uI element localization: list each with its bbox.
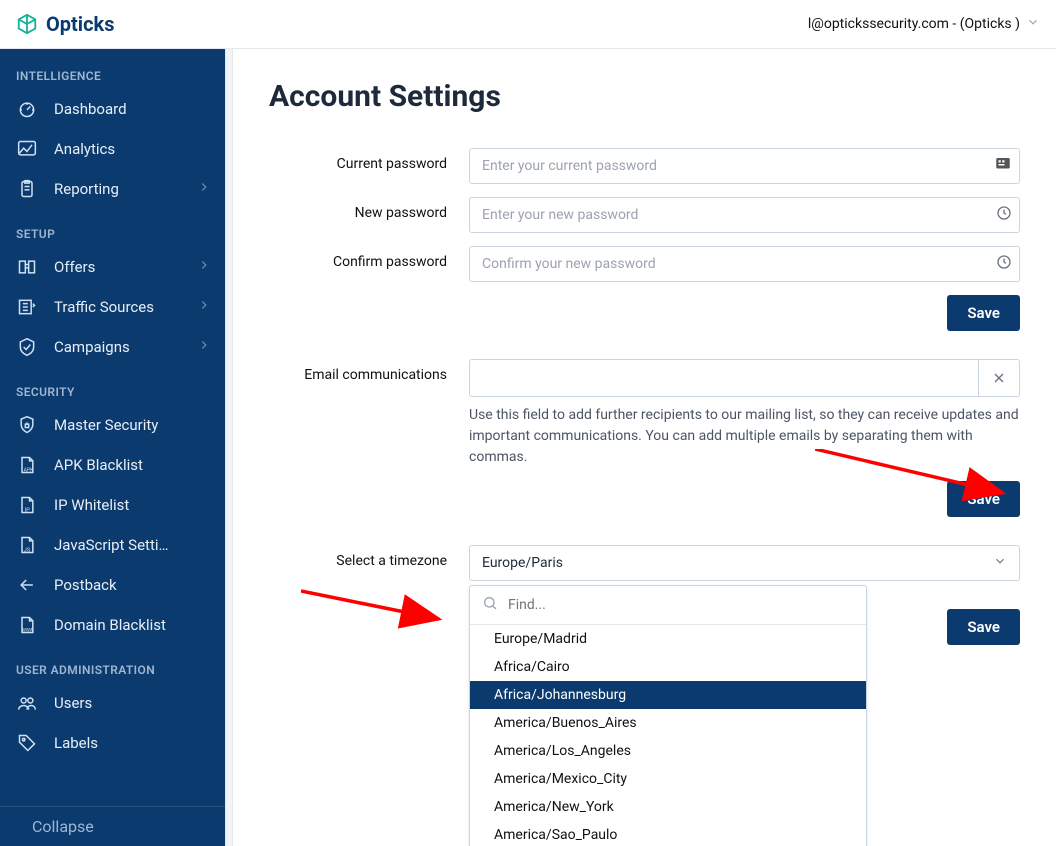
collapse-label: Collapse — [32, 817, 94, 836]
password-suggest-icon — [996, 205, 1012, 225]
timezone-option[interactable]: America/New_York — [470, 793, 866, 821]
timezone-option[interactable]: America/Sao_Paulo — [470, 821, 866, 846]
sidebar-item-dashboard[interactable]: Dashboard — [0, 89, 225, 129]
sidebar-item-label: Traffic Sources — [54, 298, 181, 316]
sidebar: INTELLIGENCE Dashboard Analytics Reporting S… — [0, 49, 225, 846]
domain-icon: WWW — [16, 614, 38, 636]
mastersec-icon — [16, 414, 38, 436]
save-timezone-button[interactable]: Save — [947, 609, 1020, 645]
page-title: Account Settings — [269, 79, 1020, 114]
timezone-option[interactable]: Europe/Madrid — [470, 625, 866, 653]
email-comm-label: Email communications — [269, 359, 469, 383]
sidebar-item-label: Labels — [54, 734, 211, 752]
sidebar-item-label: Reporting — [54, 180, 181, 198]
email-communications-input[interactable] — [469, 359, 978, 397]
confirm-password-input[interactable] — [469, 246, 1020, 282]
sidebar-item-offers[interactable]: Offers — [0, 247, 225, 287]
account-menu[interactable]: l@optickssecurity.com - (Opticks ) — [808, 15, 1040, 33]
sidebar-item-campaigns[interactable]: Campaigns — [0, 327, 225, 367]
sidebar-resize-handle[interactable] — [225, 49, 233, 846]
chevron-right-icon — [197, 180, 211, 198]
sidebar-item-analytics[interactable]: Analytics — [0, 129, 225, 169]
users-icon — [16, 692, 38, 714]
analytics-icon — [16, 138, 38, 160]
password-manager-icon — [994, 155, 1012, 177]
sidebar-item-label: APK Blacklist — [54, 456, 211, 474]
sidebar-item-label: Domain Blacklist — [54, 616, 211, 634]
new-password-input[interactable] — [469, 197, 1020, 233]
postback-icon — [16, 574, 38, 596]
js-icon: JS — [16, 534, 38, 556]
sidebar-item-ip-whitelist[interactable]: IP IP Whitelist — [0, 485, 225, 525]
sidebar-section-header: INTELLIGENCE — [0, 63, 225, 89]
labels-icon — [16, 732, 38, 754]
campaigns-icon — [16, 336, 38, 358]
email-help-text: Use this field to add further recipients… — [469, 405, 1020, 468]
svg-text:IP: IP — [25, 508, 31, 514]
sidebar-item-master-security[interactable]: Master Security — [0, 405, 225, 445]
collapse-sidebar[interactable]: Collapse — [0, 806, 225, 846]
chevron-right-icon — [197, 338, 211, 356]
timezone-current-value: Europe/Paris — [482, 555, 563, 571]
sidebar-item-traffic-sources[interactable]: Traffic Sources — [0, 287, 225, 327]
clear-email-button[interactable] — [978, 359, 1020, 397]
timezone-option[interactable]: America/Mexico_City — [470, 765, 866, 793]
timezone-option[interactable]: Africa/Johannesburg — [470, 681, 866, 709]
dashboard-icon — [16, 98, 38, 120]
sidebar-item-label: Offers — [54, 258, 181, 276]
sidebar-item-domain-blacklist[interactable]: WWW Domain Blacklist — [0, 605, 225, 645]
sidebar-section-header: SECURITY — [0, 379, 225, 405]
chevron-right-icon — [197, 258, 211, 276]
sidebar-item-label: IP Whitelist — [54, 496, 211, 514]
ip-icon: IP — [16, 494, 38, 516]
confirm-password-label: Confirm password — [269, 246, 469, 270]
save-email-button[interactable]: Save — [947, 481, 1020, 517]
sidebar-item-label: Postback — [54, 576, 211, 594]
timezone-search-input[interactable] — [508, 597, 854, 613]
chevron-down-icon — [1026, 15, 1040, 33]
chevron-right-icon — [197, 298, 211, 316]
sidebar-item-apk-blacklist[interactable]: APK APK Blacklist — [0, 445, 225, 485]
sidebar-item-users[interactable]: Users — [0, 683, 225, 723]
svg-text:APK: APK — [24, 468, 34, 474]
timezone-dropdown: Europe/MadridAfrica/CairoAfrica/Johannes… — [469, 585, 867, 846]
sidebar-item-labels[interactable]: Labels — [0, 723, 225, 763]
sidebar-item-postback[interactable]: Postback — [0, 565, 225, 605]
current-password-label: Current password — [269, 148, 469, 172]
password-suggest-icon — [996, 254, 1012, 274]
svg-text:WWW: WWW — [22, 629, 34, 634]
sidebar-item-javascript-setti[interactable]: JS JavaScript Setti… — [0, 525, 225, 565]
timezone-option[interactable]: America/Los_Angeles — [470, 737, 866, 765]
sidebar-item-label: Dashboard — [54, 100, 211, 118]
sidebar-item-label: Campaigns — [54, 338, 181, 356]
sidebar-item-label: Analytics — [54, 140, 211, 158]
reporting-icon — [16, 178, 38, 200]
sidebar-item-label: Users — [54, 694, 211, 712]
sidebar-item-label: JavaScript Setti… — [54, 536, 211, 554]
timezone-option[interactable]: Africa/Cairo — [470, 653, 866, 681]
timezone-option[interactable]: America/Buenos_Aires — [470, 709, 866, 737]
sidebar-section-header: SETUP — [0, 221, 225, 247]
timezone-select[interactable]: Europe/Paris — [469, 545, 1020, 581]
traffic-icon — [16, 296, 38, 318]
brand-name: Opticks — [46, 12, 114, 36]
main-content: Account Settings Current password New pa… — [233, 49, 1056, 846]
sidebar-item-label: Master Security — [54, 416, 211, 434]
apk-icon: APK — [16, 454, 38, 476]
timezone-label: Select a timezone — [269, 545, 469, 569]
new-password-label: New password — [269, 197, 469, 221]
save-password-button[interactable]: Save — [947, 295, 1020, 331]
account-menu-label: l@optickssecurity.com - (Opticks ) — [808, 16, 1020, 32]
offers-icon — [16, 256, 38, 278]
svg-text:JS: JS — [24, 548, 31, 554]
current-password-input[interactable] — [469, 148, 1020, 184]
brand-logo[interactable]: Opticks — [16, 12, 114, 36]
sidebar-section-header: USER ADMINISTRATION — [0, 657, 225, 683]
sidebar-item-reporting[interactable]: Reporting — [0, 169, 225, 209]
search-icon — [482, 595, 498, 615]
chevron-down-icon — [993, 554, 1007, 572]
